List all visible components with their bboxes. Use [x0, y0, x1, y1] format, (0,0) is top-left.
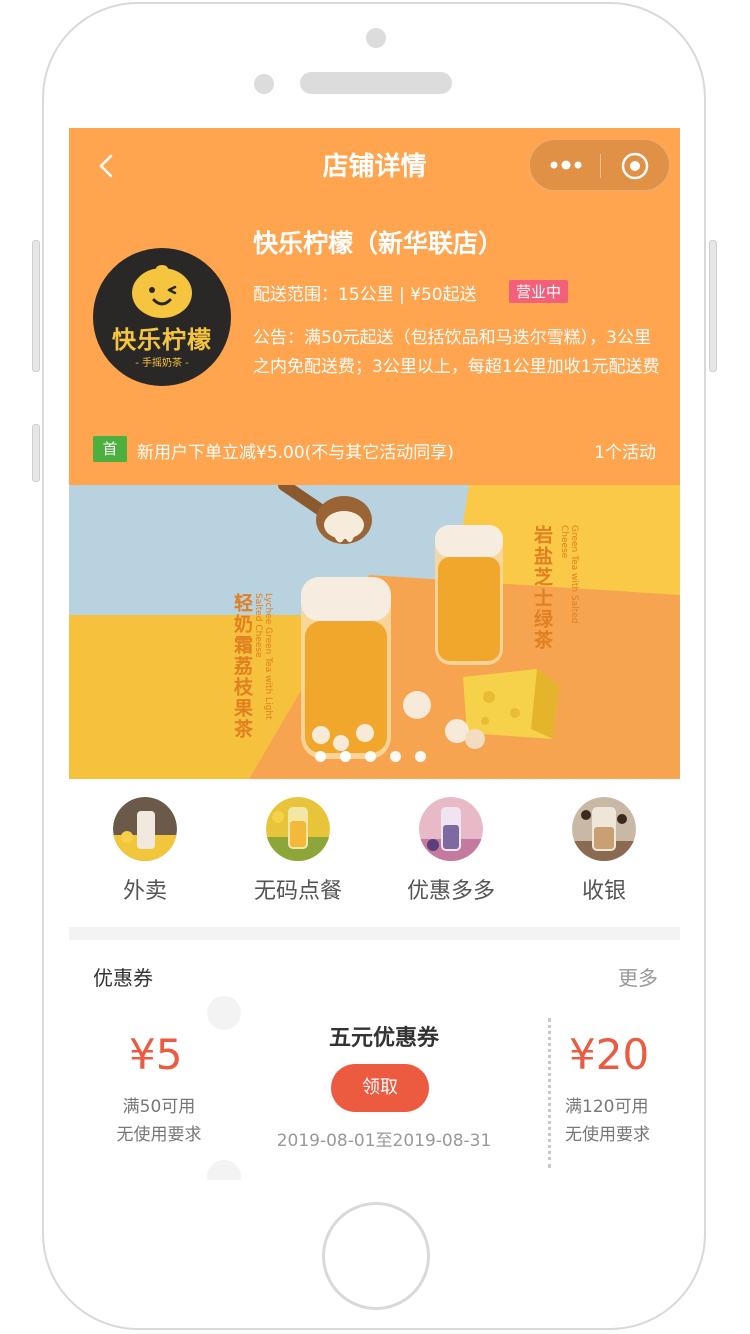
coupon-left-note: 无使用要求 — [116, 1125, 202, 1145]
coupon-date-range: 2019-08-01至2019-08-31 — [276, 1131, 492, 1151]
coupons-section: 优惠券 更多 ¥5 满50可用 无使用要求 五元优惠券 领取 2019-08-0… — [69, 940, 680, 1180]
logo-subtitle: - 手摇奶茶 - — [135, 358, 189, 369]
quick-nav-scan-order[interactable]: 无码点餐 — [223, 797, 373, 913]
banner-left-subtitle: Lychee Green Tea with Light Salted Chees… — [253, 593, 273, 720]
quick-nav-checkout[interactable]: 收银 — [529, 797, 679, 913]
shop-name: 快乐柠檬（新华联店） — [253, 229, 504, 258]
app-screen: 店铺详情 快乐柠檬 - 手摇奶茶 - 快乐柠檬（新华联店） 配送范围：15公里 … — [69, 128, 680, 1180]
phone-power-button — [709, 240, 717, 372]
banner-image — [69, 485, 680, 779]
coupon-right-amount: ¥20 — [569, 1030, 650, 1079]
banner-carousel[interactable]: 轻奶霜荔枝果茶 Lychee Green Tea with Light Salt… — [69, 485, 680, 779]
quick-nav-label: 收银 — [581, 879, 626, 904]
quick-nav-label: 无码点餐 — [253, 879, 342, 904]
shop-logo: 快乐柠檬 - 手摇奶茶 - — [93, 248, 231, 386]
shop-header: 店铺详情 快乐柠檬 - 手摇奶茶 - 快乐柠檬（新华联店） 配送范围：15公里 … — [69, 128, 680, 485]
checkout-icon — [572, 797, 636, 861]
coupon-notch-bottom — [207, 1160, 241, 1180]
shop-notice: 公告：满50元起送（包括饮品和马迭尔雪糕），3公里之内免配送费；3公里以上，每超… — [253, 328, 660, 377]
nav-bar: 店铺详情 — [69, 128, 680, 204]
close-miniapp-icon[interactable] — [620, 151, 650, 181]
lemon-logo-icon — [132, 265, 192, 318]
scan-order-icon — [266, 797, 330, 861]
quick-nav: 外卖 无码点餐 优惠多多 收银 — [69, 779, 680, 927]
coupons-title: 优惠券 — [93, 966, 153, 990]
carousel-dot[interactable] — [315, 751, 326, 762]
miniapp-capsule — [529, 139, 670, 191]
claim-coupon-button[interactable]: 领取 — [331, 1064, 429, 1112]
carousel-dot[interactable] — [365, 751, 376, 762]
coupon-divider — [548, 1018, 551, 1168]
quick-nav-label: 优惠多多 — [406, 879, 495, 904]
promo-count[interactable]: 1个活动 — [594, 438, 656, 463]
takeout-icon — [113, 797, 177, 861]
phone-sensor — [254, 74, 274, 94]
coupon-left-condition: 满50可用 — [122, 1097, 196, 1117]
promo-bar[interactable]: 首 新用户下单立减¥5.00(不与其它活动同享) 1个活动 — [93, 436, 656, 464]
quick-nav-takeout[interactable]: 外卖 — [70, 797, 220, 913]
carousel-dot[interactable] — [340, 751, 351, 762]
capsule-divider — [600, 154, 601, 178]
banner-right-subtitle: Green Tea with Salted Cheese — [559, 525, 579, 624]
coupon-right-note: 无使用要求 — [565, 1125, 650, 1145]
banner-left-title: 轻奶霜荔枝果茶 — [231, 593, 253, 740]
promo-tag: 首 — [93, 436, 127, 462]
coupon-notch-top — [207, 996, 241, 1030]
logo-title: 快乐柠檬 — [112, 326, 212, 354]
home-button[interactable] — [322, 1202, 430, 1310]
phone-speaker — [300, 72, 452, 94]
carousel-dot[interactable] — [390, 751, 401, 762]
carousel-indicator — [315, 751, 435, 763]
quick-nav-discount[interactable]: 优惠多多 — [376, 797, 526, 913]
phone-mute-button — [32, 424, 40, 482]
carousel-dot[interactable] — [415, 751, 426, 762]
banner-right-title: 岩盐芝士绿茶 — [531, 525, 553, 651]
promo-text: 新用户下单立减¥5.00(不与其它活动同享) — [137, 443, 454, 463]
status-badge: 营业中 — [509, 280, 569, 303]
delivery-info: 配送范围：15公里 | ¥50起送 — [253, 285, 477, 305]
coupon-name: 五元优惠券 — [328, 1026, 439, 1051]
discount-icon — [419, 797, 483, 861]
phone-volume-button — [32, 240, 40, 372]
coupon-left-amount: ¥5 — [129, 1030, 183, 1079]
quick-nav-label: 外卖 — [122, 879, 167, 904]
more-dots-icon[interactable] — [546, 153, 586, 177]
coupon-right-condition: 满120可用 — [565, 1097, 649, 1117]
phone-camera — [366, 28, 386, 48]
coupons-more-link[interactable]: 更多 — [618, 962, 658, 991]
